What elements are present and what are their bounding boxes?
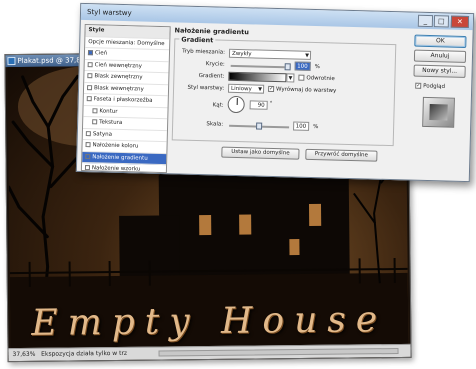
style-list-label: Nałożenie wzorku [91,165,141,173]
style-checkbox[interactable] [85,153,91,159]
reset-default-button[interactable]: Przywróć domyślne [305,148,378,162]
style-list-label: Blask wewnętrzny [93,84,144,93]
minimize-button[interactable]: _ [417,14,434,28]
gradient-style-select[interactable]: Liniowy ▼ [227,83,265,94]
new-style-button[interactable]: Nowy styl... [413,64,466,78]
reverse-label: Odwrotnie [306,75,335,83]
opacity-unit: % [314,64,320,71]
align-checkbox[interactable]: ✓ Wyrównaj do warstwy [268,85,337,95]
align-checkbox-box[interactable]: ✓ [268,85,275,92]
photoshop-doc-icon [7,57,16,66]
angle-dial-hand [236,97,238,106]
style-list: Style Opcje mieszania: Domyślne Cień Cień w… [80,23,171,174]
style-checkbox[interactable] [85,130,91,136]
scale-input[interactable]: 100 [293,121,310,131]
opacity-slider[interactable] [230,63,291,71]
poster-headline: Empty House [31,299,388,344]
style-checkbox[interactable] [87,73,93,79]
status-text: Ekspozycja działa tylko w trz [41,349,128,358]
horizontal-scrollbar[interactable] [158,348,399,357]
gradient-group: Gradient Tryb mieszania: Zwykły ▼ Krycie… [171,35,397,147]
angle-label: Kąt: [212,102,224,109]
document-status-bar: 37,63% Ekspozycja działa tylko w trz [8,343,411,362]
close-button[interactable]: ✕ [450,15,470,29]
cancel-button[interactable]: Anuluj [413,49,467,63]
dropdown-arrow-icon: ▼ [305,52,310,59]
style-label: Styl warstwy: [187,84,225,92]
style-list-label: Kontur [99,107,118,115]
gradient-overlay-panel: Nałożenie gradientu Gradient Tryb miesza… [169,26,399,177]
reverse-checkbox[interactable]: Odwrotnie [298,74,335,83]
scale-slider-handle[interactable] [256,122,263,130]
opacity-label: Krycie: [205,61,225,68]
style-checkbox[interactable] [84,165,91,171]
zoom-level[interactable]: 37,63% [13,351,36,358]
group-title: Gradient [179,35,216,45]
style-list-label: Nałożenie gradientu [92,153,148,162]
style-list-label: Opcje mieszania: Domyślne [88,38,165,47]
maximize-button[interactable]: □ [433,15,450,28]
dropdown-arrow-icon: ▼ [258,86,263,93]
preview-thumbnail [429,104,448,121]
style-checkbox[interactable] [87,61,93,67]
style-list-label: Cień wewnętrzny [94,61,143,70]
style-checkbox[interactable] [92,107,98,113]
angle-unit: ° [269,100,273,107]
angle-input[interactable]: 90 [249,100,268,110]
style-list-label: Blask zewnętrzny [94,73,143,81]
style-checkbox[interactable] [86,96,92,102]
make-default-button[interactable]: Ustaw jako domyślne [221,146,300,160]
style-checkbox[interactable] [87,84,93,90]
reverse-checkbox-box[interactable] [298,74,305,81]
angle-dial[interactable] [227,95,245,114]
preview-label: Podgląd [423,83,446,90]
style-list-label: Cień [94,50,108,57]
style-list-label: Nałożenie koloru [92,142,139,150]
layer-style-dialog: Styl warstwy _ □ ✕ Style Opcje mieszania:… [75,2,475,183]
dropdown-arrow-icon: ▼ [288,75,293,82]
scale-slider[interactable] [229,122,290,130]
dialog-title: Styl warstwy [86,8,132,18]
close-icon: ✕ [456,17,463,26]
opacity-slider-handle[interactable] [284,63,291,71]
style-checkbox[interactable] [87,50,94,56]
style-list-label: Faseta i płaskorzeźba [93,96,153,104]
preview-checkbox-box[interactable]: ✓ [415,82,422,89]
align-label: Wyrównaj do warstwy [275,86,337,95]
blend-mode-label: Tryb mieszania: [182,48,226,56]
style-checkbox[interactable] [85,142,91,148]
style-checkbox[interactable] [92,119,98,125]
style-list-label: Satyna [92,130,113,138]
style-list-item[interactable]: Nałożenie wzorku [81,162,167,174]
ok-button[interactable]: OK [414,34,467,48]
style-list-label: Tekstura [99,119,123,127]
blend-mode-value: Zwykły [231,50,252,58]
style-preview-swatch [422,96,455,128]
scale-label: Skala: [206,121,224,128]
gradient-swatch[interactable] [228,71,287,83]
blend-mode-select[interactable]: Zwykły ▼ [228,48,312,60]
gradient-picker-button[interactable]: ▼ [286,73,295,83]
gradient-label: Gradient: [198,72,225,80]
gradient-style-value: Liniowy [231,85,252,93]
opacity-input[interactable]: 100 [294,61,311,71]
style-list-label: Style [88,27,105,34]
scale-unit: % [313,124,319,131]
preview-checkbox[interactable]: ✓ Podgląd [415,82,446,90]
